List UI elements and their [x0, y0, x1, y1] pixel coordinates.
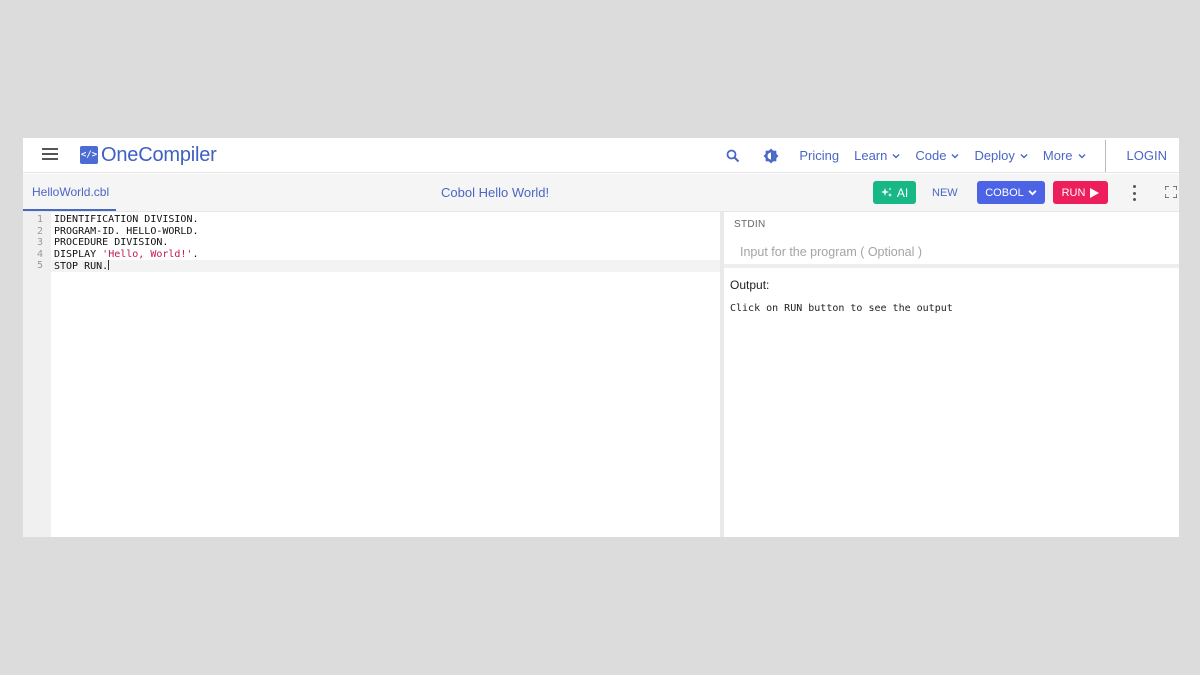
nav-code[interactable]: Code — [915, 148, 959, 163]
output-text: Click on RUN button to see the output — [730, 303, 953, 314]
run-button[interactable]: RUN — [1053, 181, 1108, 204]
code-editor[interactable]: 1 2 3 4 5 IDENTIFICATION DIVISION. PROGR… — [23, 212, 720, 537]
nav-deploy[interactable]: Deploy — [974, 148, 1028, 163]
nav-learn-label: Learn — [854, 148, 888, 163]
nav-deploy-label: Deploy — [974, 148, 1015, 163]
language-label: COBOL — [985, 186, 1024, 199]
sparkle-icon — [880, 187, 892, 197]
active-line-highlight — [51, 260, 720, 272]
editor-toolbar: HelloWorld.cbl Cobol Hello World! AI NEW… — [23, 174, 1179, 212]
line-number: 5 — [36, 260, 43, 271]
brand-name: OneCompiler — [101, 143, 217, 166]
line-number: 4 — [36, 248, 43, 260]
chevron-down-icon — [892, 153, 900, 158]
chevron-down-icon — [951, 153, 959, 158]
top-navbar: </> OneCompiler Pricing Learn Code Deplo… — [23, 138, 1179, 173]
new-button[interactable]: NEW — [932, 174, 958, 211]
code-line: STOP RUN. — [54, 260, 110, 273]
line-number: 1 — [36, 214, 43, 225]
brand-code-icon: </> — [80, 146, 98, 164]
language-select-button[interactable]: COBOL — [977, 181, 1045, 204]
menu-icon[interactable] — [42, 148, 58, 162]
chevron-down-icon — [1078, 153, 1086, 158]
ai-button[interactable]: AI — [873, 181, 916, 204]
stdin-label: STDIN — [734, 219, 766, 230]
output-label: Output: — [730, 278, 770, 292]
nav-code-label: Code — [915, 148, 947, 163]
brand-logo[interactable]: </> OneCompiler — [80, 143, 217, 167]
stdin-input[interactable] — [734, 243, 1164, 261]
output-panel: Output: Click on RUN button to see the o… — [724, 268, 1179, 537]
chevron-down-icon — [1028, 190, 1037, 196]
code-punct: . — [192, 248, 199, 260]
more-options-icon[interactable] — [1129, 185, 1139, 201]
nav-pricing-label: Pricing — [799, 148, 840, 163]
nav-links: Pricing Learn Code Deploy More LOGIN — [723, 138, 1179, 173]
theme-toggle-icon[interactable] — [761, 146, 781, 166]
code-text: STOP RUN. — [54, 261, 109, 272]
code-line: PROGRAM-ID. HELLO-WORLD. — [54, 225, 199, 237]
code-string: 'Hello, World!' — [102, 248, 193, 260]
nav-learn[interactable]: Learn — [854, 148, 900, 163]
stdin-panel: STDIN — [724, 212, 1179, 264]
play-icon — [1090, 187, 1100, 198]
file-tab[interactable]: HelloWorld.cbl — [23, 174, 116, 211]
nav-more[interactable]: More — [1043, 148, 1086, 163]
app-window: </> OneCompiler Pricing Learn Code Deplo… — [23, 138, 1179, 537]
code-line: DISPLAY 'Hello, World!'. — [54, 249, 199, 261]
code-line: IDENTIFICATION DIVISION. — [54, 214, 199, 225]
run-button-label: RUN — [1061, 186, 1086, 199]
code-line: PROCEDURE DIVISION. — [54, 237, 169, 248]
line-number: 2 — [36, 225, 43, 237]
fullscreen-icon[interactable] — [1165, 186, 1177, 198]
nav-pricing[interactable]: Pricing — [799, 148, 839, 163]
chevron-down-icon — [1020, 153, 1028, 158]
search-icon[interactable] — [723, 146, 743, 166]
text-cursor — [108, 260, 110, 270]
nav-more-label: More — [1042, 148, 1073, 163]
code-title[interactable]: Cobol Hello World! — [441, 174, 549, 211]
nav-divider — [1104, 139, 1106, 172]
ai-button-label: AI — [896, 185, 909, 200]
line-number: 3 — [36, 237, 43, 248]
login-link[interactable]: LOGIN — [1127, 148, 1167, 163]
code-keyword: DISPLAY — [54, 248, 103, 260]
